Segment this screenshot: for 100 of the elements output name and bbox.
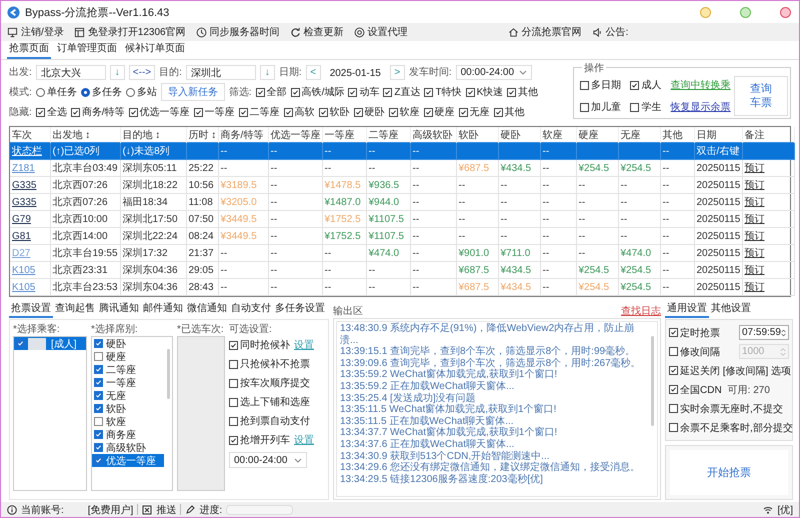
menu-item[interactable]: 检查更新 <box>290 25 344 39</box>
time-select[interactable]: 00:00-24:00 <box>229 452 307 468</box>
option-checkbox[interactable]: 选上下铺和选座 <box>229 395 310 409</box>
option-checkbox[interactable]: 成人 <box>630 78 665 92</box>
departure-field[interactable]: 北京大兴 <box>36 64 106 80</box>
seat-item[interactable]: 软座 <box>92 415 164 428</box>
filter-checkbox[interactable]: K快速 <box>466 85 504 99</box>
hide-checkbox[interactable]: 全选 <box>36 105 67 119</box>
mode-radio[interactable]: 多任务 <box>80 85 122 99</box>
scrollbar[interactable] <box>651 336 654 426</box>
setting-checkbox[interactable]: 实时余票无座时,不提交 <box>669 402 783 416</box>
hide-checkbox[interactable]: 软座 <box>388 105 420 119</box>
seat-item[interactable]: 高级软卧 <box>92 441 164 454</box>
table-row[interactable]: G81 北京西14:00 深圳北22:24 08:24 ¥3449.5 -- ¥1752.5 ¥1107.5 -- -- -- -- -- -- -- 20250115 预订 <box>10 228 794 244</box>
hide-checkbox[interactable]: 硬座 <box>424 105 455 119</box>
hide-checkbox[interactable]: 优选一等座 <box>128 105 190 119</box>
table-row[interactable]: G79 北京西10:00 深圳北17:50 07:50 ¥3449.5 -- ¥1752.5 ¥1107.5 -- -- -- -- -- -- -- 20250115 预订 <box>10 210 794 228</box>
settings-tab[interactable]: 其他设置 <box>709 301 753 318</box>
seat-item[interactable]: 一等座 <box>92 376 164 389</box>
table-row[interactable]: 状态栏 (↑)已选0列 (↓)未选8列 -- -- -- -- -- -- -- 双击/右键 <box>10 142 794 160</box>
seat-item[interactable]: 优选一等座 <box>92 454 164 467</box>
import-task-button[interactable]: 导入新任务 <box>160 83 225 101</box>
pick-button[interactable]: ↓ <box>110 64 125 80</box>
minimize-button[interactable] <box>700 6 711 18</box>
table-cell: ¥1107.5 <box>366 228 410 244</box>
menu-item[interactable]: 公告: <box>592 25 628 39</box>
settings-tab[interactable]: 微信通知 <box>185 301 229 318</box>
option-checkbox[interactable]: 学生 <box>630 100 665 114</box>
hide-checkbox[interactable]: 一等座 <box>194 105 235 119</box>
setting-checkbox[interactable]: 定时抢票 <box>669 326 720 340</box>
table-row[interactable]: K105 北京西23:31 深圳东04:36 29:05 -- -- -- -- -- ¥687.5 ¥434.5 -- ¥254.5 ¥254.5 -- 20250115 预订 <box>10 262 794 278</box>
option-checkbox[interactable]: 多日期 <box>580 78 624 92</box>
swap-button[interactable]: <--> <box>128 64 156 80</box>
option-checkbox[interactable]: 抢增开列车 <box>229 433 290 447</box>
find-log-link[interactable]: 查找日志 <box>621 304 661 318</box>
hide-checkbox[interactable]: 高软 <box>284 105 315 119</box>
maximize-button[interactable] <box>740 6 751 18</box>
menu-item[interactable]: 分流抢票官网 <box>508 25 582 39</box>
option-checkbox[interactable]: 抢到票自动支付 <box>229 414 310 428</box>
settings-tab[interactable]: 查询起售 <box>53 301 97 318</box>
query-button[interactable]: 查询车票 <box>734 76 788 116</box>
pick-button[interactable]: ↓ <box>260 64 275 80</box>
time-select[interactable]: 00:00-24:00 <box>456 64 532 80</box>
settings-tab[interactable]: 腾讯通知 <box>97 301 141 318</box>
hide-checkbox[interactable]: 无座 <box>458 105 490 119</box>
filter-checkbox[interactable]: T特快 <box>424 85 462 99</box>
wifi-icon <box>763 504 774 514</box>
checkmark-icon <box>240 108 247 116</box>
option-checkbox[interactable]: 按车次顺序提交 <box>229 376 310 390</box>
action-link[interactable]: 恢复显示余票 <box>670 100 734 114</box>
settings-tab[interactable]: 邮件通知 <box>141 301 185 318</box>
seat-item[interactable]: 软卧 <box>92 402 164 415</box>
number-spinner[interactable]: 07:59:59 <box>739 325 789 340</box>
start-button[interactable]: 开始抢票 <box>670 450 788 495</box>
table-row[interactable]: K105 北京丰台23:53 深圳东04:36 28:43 -- -- -- -- -- ¥687.5 ¥434.5 -- ¥254.5 ¥254.5 -- 20250115 预订 <box>10 278 794 296</box>
page-tab[interactable]: 候补订单页面 <box>123 41 187 59</box>
close-button[interactable] <box>780 6 791 18</box>
filter-checkbox[interactable]: 高铁/城际 <box>290 85 344 99</box>
menu-item[interactable]: 注销/登录 <box>7 25 64 39</box>
table-cell: 北京丰台23:53 <box>50 278 120 296</box>
option-checkbox[interactable]: 只抢候补不抢票 <box>229 357 310 371</box>
menu-item[interactable]: 免登录打开12306官网 <box>74 25 186 39</box>
mode-radio[interactable]: 单任务 <box>36 85 77 99</box>
seat-item[interactable]: 二等座 <box>92 363 164 376</box>
filter-checkbox[interactable]: 动车 <box>348 85 380 99</box>
passenger-item[interactable]: [成人] <box>14 337 86 350</box>
table-row[interactable]: D27 北京丰台19:55 深圳17:32 21:37 -- -- -- ¥474.0 -- ¥901.0 ¥711.0 -- -- ¥474.0 -- 20250115 预订 <box>10 244 794 262</box>
settings-tab[interactable]: 多任务设置 <box>273 301 327 318</box>
table-row[interactable]: G335 北京西07:26 福田18:34 11:08 ¥3205.0 -- ¥1487.0 ¥944.0 -- -- -- -- -- -- -- 20250115 预订 <box>10 194 794 210</box>
hide-checkbox[interactable]: 商务/特等 <box>70 105 125 119</box>
filter-checkbox[interactable]: Z直达 <box>383 85 420 99</box>
seat-item[interactable]: 商务座 <box>92 428 164 441</box>
action-link[interactable]: 查询中转换乘 <box>670 78 734 92</box>
page-tab[interactable]: 订单管理页面 <box>55 41 119 59</box>
setting-checkbox[interactable]: 余票不足乘客时,部分提交 <box>669 420 793 434</box>
page-tab[interactable]: 抢票页面 <box>7 41 51 59</box>
table-cell: -- <box>660 160 694 176</box>
scrollbar[interactable] <box>167 349 170 399</box>
menu-item[interactable]: 设置代理 <box>354 25 408 39</box>
seat-item[interactable]: 无座 <box>92 389 164 402</box>
hide-checkbox[interactable]: 二等座 <box>238 105 280 119</box>
hide-checkbox[interactable]: 其他 <box>494 105 525 119</box>
settings-tab[interactable]: 抢票设置 <box>9 301 53 318</box>
filter-checkbox[interactable]: 全部 <box>256 85 287 99</box>
checkmark-icon <box>284 108 292 116</box>
hide-checkbox[interactable]: 硬卧 <box>354 105 385 119</box>
filter-checkbox[interactable]: 其他 <box>507 85 538 99</box>
hide-checkbox[interactable]: 软卧 <box>318 105 350 119</box>
seat-item[interactable]: 硬座 <box>92 350 164 363</box>
mode-radio[interactable]: 多站 <box>126 85 157 99</box>
setting-checkbox[interactable]: 全国CDN <box>669 382 722 396</box>
settings-tab[interactable]: 自动支付 <box>229 301 273 318</box>
table-row[interactable]: Z181 北京丰台03:49 深圳东05:11 25:22 -- -- -- -- -- ¥687.5 ¥434.5 -- ¥254.5 ¥254.5 -- 20250115 预订 <box>10 160 794 176</box>
table-row[interactable]: G335 北京西07:26 深圳北18:22 10:56 ¥3189.5 -- ¥1478.5 ¥936.5 -- -- -- -- -- -- -- 20250115 预订 <box>10 176 794 194</box>
option-checkbox[interactable]: 加儿童 <box>580 100 624 114</box>
menu-item[interactable]: 同步服务器时间 <box>196 25 280 39</box>
option-checkbox[interactable]: 同时抢候补 <box>229 338 290 352</box>
seat-item[interactable]: 硬卧 <box>92 337 164 350</box>
destination-field[interactable]: 深圳北 <box>186 64 256 80</box>
setting-checkbox[interactable]: 延迟关闭 [修改间隔] 选项 <box>669 364 792 378</box>
